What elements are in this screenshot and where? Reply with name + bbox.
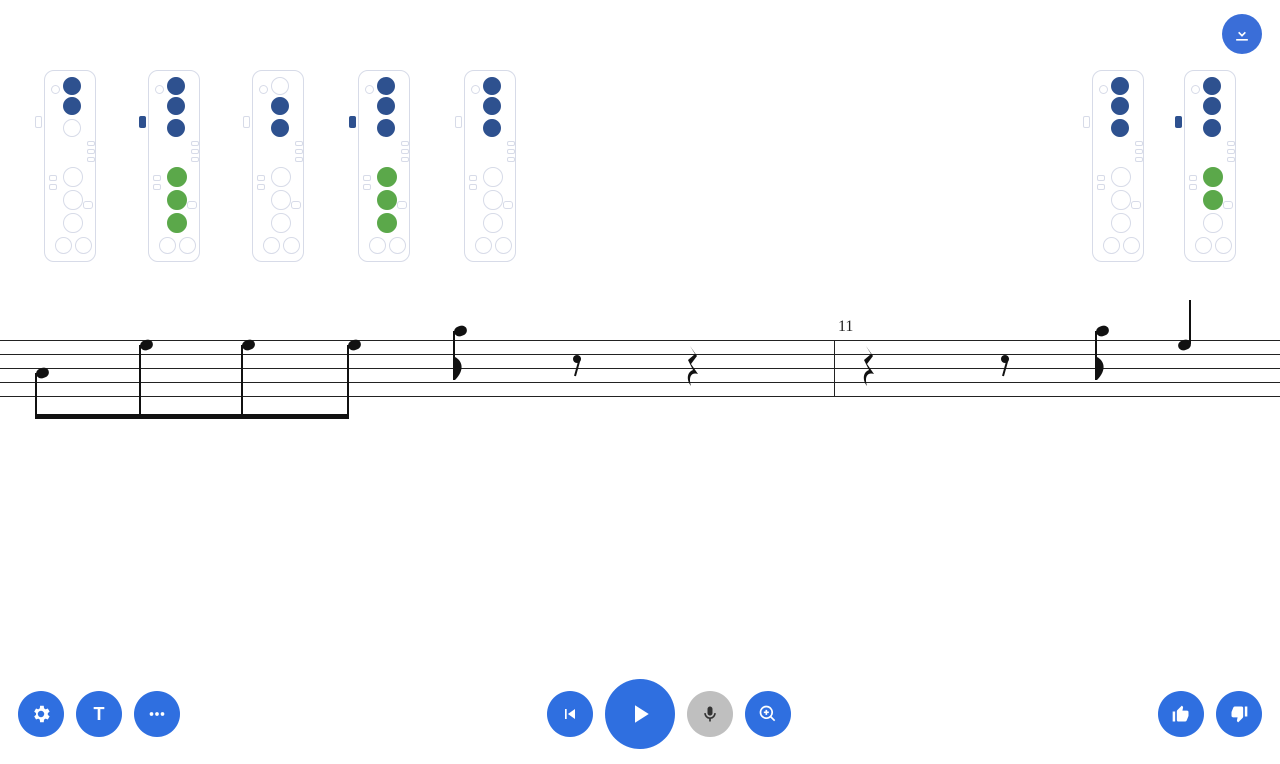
more-icon (146, 703, 168, 725)
dislike-button[interactable] (1216, 691, 1262, 737)
toolbar-center-group (547, 679, 791, 749)
tone-hole (483, 213, 503, 233)
tone-hole (63, 119, 81, 137)
fingering-diagram (252, 70, 304, 262)
tone-hole (1203, 97, 1221, 115)
zoom-in-icon (758, 704, 778, 724)
tone-hole (1203, 167, 1223, 187)
fingering-diagram (44, 70, 96, 262)
tone-hole (271, 167, 291, 187)
tone-hole (483, 190, 503, 210)
like-button[interactable] (1158, 691, 1204, 737)
tone-hole (1203, 119, 1221, 137)
tone-hole (271, 119, 289, 137)
toolbar-left-group: T (18, 691, 180, 737)
octave-key (243, 116, 250, 128)
tone-hole (483, 97, 501, 115)
skip-previous-icon (560, 704, 580, 724)
tone-hole (1203, 213, 1223, 233)
transpose-label: T (94, 704, 105, 725)
quarter-rest (862, 346, 876, 382)
tone-hole (1111, 77, 1129, 95)
tone-hole (483, 77, 501, 95)
fingering-diagram (358, 70, 410, 262)
settings-button[interactable] (18, 691, 64, 737)
bottom-toolbar: T (0, 678, 1280, 750)
thumbs-up-icon (1171, 704, 1191, 724)
quarter-rest (686, 346, 700, 382)
tone-hole (63, 213, 83, 233)
tone-hole (63, 167, 83, 187)
tone-hole (63, 77, 81, 95)
tone-hole (1203, 190, 1223, 210)
tone-hole (377, 167, 397, 187)
gear-icon (30, 703, 52, 725)
tone-hole (1111, 213, 1131, 233)
tone-hole (377, 119, 395, 137)
play-button[interactable] (605, 679, 675, 749)
fingering-diagram (148, 70, 200, 262)
mic-button[interactable] (687, 691, 733, 737)
fingering-row (20, 70, 1280, 280)
tone-hole (271, 77, 289, 95)
tone-hole (63, 97, 81, 115)
tone-hole (483, 167, 503, 187)
eighth-rest (1000, 354, 1014, 378)
measure-number: 11 (838, 318, 853, 336)
tone-hole (167, 167, 187, 187)
tone-hole (167, 77, 185, 95)
tone-hole (1111, 119, 1129, 137)
thumbs-down-icon (1229, 704, 1249, 724)
barline (834, 340, 835, 396)
octave-key (1175, 116, 1182, 128)
fingering-diagram (464, 70, 516, 262)
octave-key (139, 116, 146, 128)
tone-hole (271, 190, 291, 210)
rewind-button[interactable] (547, 691, 593, 737)
tone-hole (63, 190, 83, 210)
tone-hole (377, 97, 395, 115)
microphone-icon (700, 704, 720, 724)
tone-hole (1111, 97, 1129, 115)
tone-hole (377, 77, 395, 95)
fingering-diagram (1184, 70, 1236, 262)
tone-hole (167, 213, 187, 233)
octave-key (35, 116, 42, 128)
fingering-diagram (1092, 70, 1144, 262)
download-button[interactable] (1222, 14, 1262, 54)
toolbar-right-group (1158, 691, 1262, 737)
download-icon (1232, 24, 1252, 44)
octave-key (1083, 116, 1090, 128)
music-staff: 11 (0, 330, 1280, 430)
octave-key (455, 116, 462, 128)
more-button[interactable] (134, 691, 180, 737)
tone-hole (377, 213, 397, 233)
zoom-button[interactable] (745, 691, 791, 737)
tone-hole (1111, 190, 1131, 210)
tone-hole (167, 190, 187, 210)
tone-hole (271, 97, 289, 115)
tone-hole (167, 97, 185, 115)
tone-hole (271, 213, 291, 233)
play-icon (625, 699, 655, 729)
tone-hole (1203, 77, 1221, 95)
tone-hole (483, 119, 501, 137)
tone-hole (1111, 167, 1131, 187)
tone-hole (167, 119, 185, 137)
tone-hole (377, 190, 397, 210)
transpose-button[interactable]: T (76, 691, 122, 737)
eighth-rest (572, 354, 586, 378)
octave-key (349, 116, 356, 128)
